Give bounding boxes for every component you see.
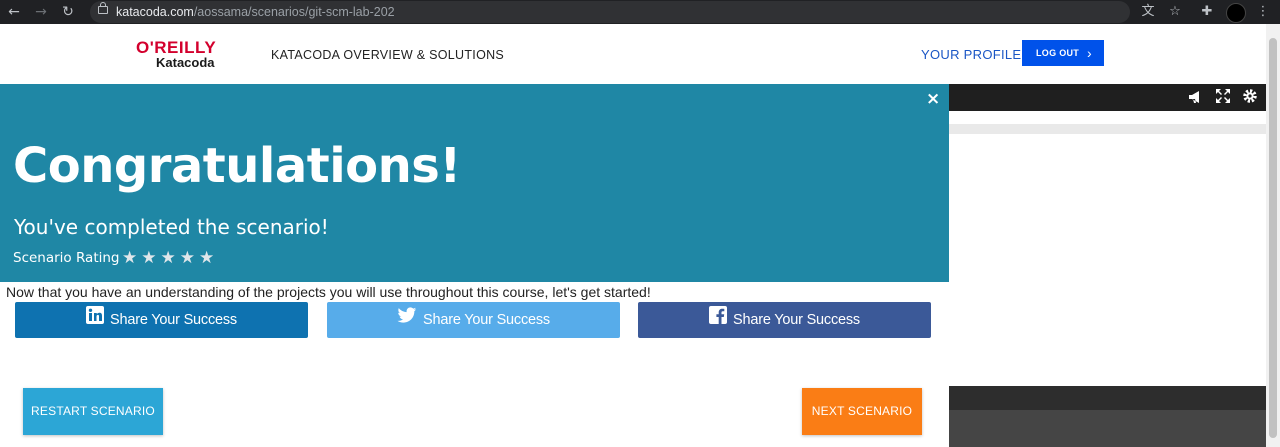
url-host: katacoda.com bbox=[116, 5, 194, 19]
star-2-icon[interactable]: ★ bbox=[141, 248, 160, 268]
settings-icon[interactable] bbox=[1241, 88, 1259, 106]
rating-stars[interactable]: ★★★★★ bbox=[122, 248, 218, 268]
terminal-toolbar bbox=[949, 84, 1266, 111]
modal-header: × Congratulations! You've completed the … bbox=[0, 84, 949, 282]
close-icon[interactable]: × bbox=[926, 89, 940, 109]
restart-scenario-button[interactable]: RESTART SCENARIO bbox=[23, 388, 163, 435]
star-icon[interactable]: ☆ bbox=[1166, 3, 1184, 21]
logout-button[interactable]: LOG OUT › bbox=[1022, 40, 1104, 66]
twitter-icon bbox=[397, 302, 417, 338]
completion-modal: × Congratulations! You've completed the … bbox=[0, 84, 949, 447]
forward-icon[interactable]: → bbox=[32, 3, 50, 21]
reload-icon[interactable]: ↻ bbox=[59, 3, 77, 21]
page-scrollbar[interactable] bbox=[1266, 24, 1280, 447]
share-facebook-button[interactable]: Share Your Success bbox=[638, 302, 931, 338]
next-scenario-button[interactable]: NEXT SCENARIO bbox=[802, 388, 922, 435]
address-url[interactable]: katacoda.com/aossama/scenarios/git-scm-l… bbox=[116, 4, 395, 20]
oreilly-katacoda-logo[interactable]: O'REILLY Katacoda bbox=[134, 38, 234, 72]
linkedin-icon bbox=[86, 302, 104, 338]
profile-avatar[interactable] bbox=[1226, 3, 1246, 23]
star-3-icon[interactable]: ★ bbox=[161, 248, 180, 268]
megaphone-icon[interactable] bbox=[1187, 88, 1205, 106]
completion-message: Now that you have an understanding of th… bbox=[6, 284, 651, 300]
facebook-icon bbox=[709, 302, 727, 338]
menu-icon[interactable]: ⋮ bbox=[1256, 3, 1270, 21]
chevron-right-icon: › bbox=[1087, 45, 1092, 61]
terminal-area[interactable] bbox=[949, 410, 1266, 447]
url-path: /aossama/scenarios/git-scm-lab-202 bbox=[193, 5, 395, 19]
extensions-icon[interactable]: ✚ bbox=[1198, 3, 1216, 21]
scrollbar-thumb[interactable] bbox=[1269, 38, 1277, 438]
star-1-icon[interactable]: ★ bbox=[122, 248, 141, 268]
logo-katacoda: Katacoda bbox=[156, 55, 215, 70]
star-5-icon[interactable]: ★ bbox=[199, 248, 218, 268]
share-twitter-label: Share Your Success bbox=[423, 312, 550, 329]
share-linkedin-button[interactable]: Share Your Success bbox=[15, 302, 308, 338]
fullscreen-icon[interactable] bbox=[1214, 88, 1232, 106]
lock-icon[interactable] bbox=[98, 2, 108, 14]
completed-subtitle: You've completed the scenario! bbox=[14, 215, 329, 239]
star-4-icon[interactable]: ★ bbox=[180, 248, 199, 268]
terminal-tab-strip bbox=[949, 124, 1266, 134]
share-facebook-label: Share Your Success bbox=[733, 312, 860, 329]
terminal-bottom-bar bbox=[949, 386, 1266, 410]
scenario-rating-label: Scenario Rating bbox=[13, 250, 120, 266]
your-profile-link[interactable]: YOUR PROFILE bbox=[921, 46, 1021, 64]
back-icon[interactable]: ← bbox=[5, 3, 23, 21]
congratulations-title: Congratulations! bbox=[13, 138, 461, 194]
translate-icon[interactable]: 文 bbox=[1139, 3, 1157, 21]
terminal-panel bbox=[949, 84, 1266, 447]
share-twitter-button[interactable]: Share Your Success bbox=[327, 302, 620, 338]
nav-overview-link[interactable]: KATACODA OVERVIEW & SOLUTIONS bbox=[271, 47, 504, 63]
share-linkedin-label: Share Your Success bbox=[110, 312, 237, 329]
browser-toolbar: ← → ↻ katacoda.com/aossama/scenarios/git… bbox=[0, 0, 1280, 24]
logout-label: LOG OUT bbox=[1036, 48, 1080, 58]
